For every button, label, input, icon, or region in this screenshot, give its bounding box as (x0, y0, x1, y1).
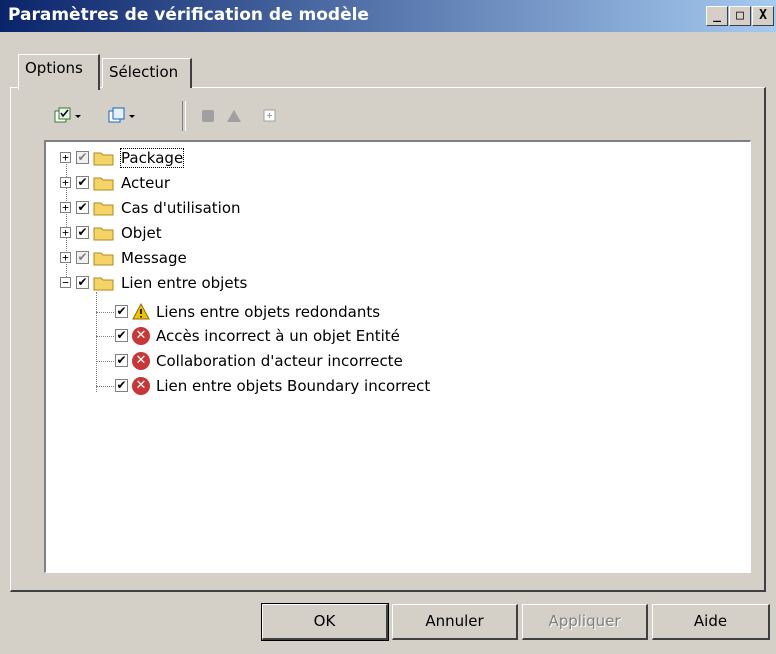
error-icon: ✕ (132, 326, 150, 345)
tree-item-label: Accès incorrect à un objet Entité (156, 326, 400, 345)
close-button[interactable]: X (752, 6, 774, 26)
tree-item-label: Cas d'utilisation (121, 198, 241, 217)
tree-item-check[interactable]: ✔ ✕ Collaboration d'acteur incorrecte (110, 348, 403, 373)
folder-icon (93, 177, 114, 190)
tree-item-check[interactable]: ✔ ✕ Accès incorrect à un objet Entité (110, 323, 400, 348)
tab-options[interactable]: Options (18, 54, 100, 90)
title-bar[interactable]: Paramètres de vérification de modèle _ □… (0, 0, 776, 32)
tree-item-check[interactable]: ✔ ✕ Lien entre objets Boundary incorrect (110, 373, 430, 398)
tree-item-label: Lien entre objets (121, 273, 248, 292)
tree-item-package[interactable]: + ✔ Package (60, 145, 185, 170)
tab-options-label: Options (25, 59, 83, 77)
tree-item-label: Package (119, 147, 185, 168)
check-tree[interactable]: + ✔ Package + ✔ Acteur + ✔ Cas d'utilisa… (44, 140, 751, 573)
dialog-window: Paramètres de vérification de modèle _ □… (0, 0, 776, 654)
plus-box-icon (263, 109, 276, 122)
error-icon: ✕ (132, 376, 150, 395)
autofix-button[interactable] (262, 103, 278, 129)
ok-button[interactable]: OK (261, 603, 389, 641)
warning-icon (132, 302, 150, 319)
window-title: Paramètres de vérification de modèle (8, 5, 369, 25)
tree-item-label: Message (121, 248, 187, 267)
error-filter-button[interactable] (200, 103, 216, 129)
expand-icon[interactable]: + (60, 177, 71, 188)
chevron-down-icon (129, 115, 135, 118)
folder-icon (93, 277, 114, 290)
checkbox[interactable]: ✔ (76, 276, 89, 289)
folder-icon (93, 252, 114, 265)
tree-line (96, 292, 97, 392)
warning-filter-button[interactable] (226, 103, 242, 129)
tree-item-lien-entre-objets[interactable]: − ✔ Lien entre objets (60, 270, 247, 295)
error-icon: ✕ (132, 351, 150, 370)
tab-selection-label: Sélection (109, 63, 179, 81)
chevron-down-icon (75, 115, 81, 118)
minimize-button[interactable]: _ (706, 6, 728, 26)
checkbox[interactable]: ✔ (115, 354, 128, 367)
tab-selection[interactable]: Sélection (102, 58, 192, 88)
expand-icon[interactable]: + (60, 152, 71, 163)
tree-item-cas-utilisation[interactable]: + ✔ Cas d'utilisation (60, 195, 241, 220)
tree-item-check[interactable]: ✔ Liens entre objets redondants (110, 299, 380, 324)
tree-item-label: Objet (121, 223, 162, 242)
tree-item-label: Acteur (121, 173, 171, 192)
checkbox[interactable]: ✔ (76, 151, 89, 164)
folder-icon (93, 202, 114, 215)
checkbox[interactable]: ✔ (76, 201, 89, 214)
uncheck-all-dropdown[interactable] (108, 103, 138, 129)
tree-item-label: Liens entre objets redondants (156, 302, 381, 321)
checkbox[interactable]: ✔ (115, 305, 128, 318)
folder-icon (93, 227, 114, 240)
check-all-dropdown[interactable] (54, 103, 84, 129)
triangle-icon (227, 110, 241, 122)
help-button[interactable]: Aide (652, 604, 770, 640)
uncheck-all-icon (108, 107, 125, 123)
expand-icon[interactable]: + (60, 227, 71, 238)
check-all-icon (54, 107, 71, 123)
folder-icon (93, 152, 114, 165)
expand-icon[interactable]: + (60, 252, 71, 263)
tree-item-message[interactable]: + ✔ Message (60, 245, 187, 270)
tree-item-label: Collaboration d'acteur incorrecte (156, 351, 403, 370)
cancel-button[interactable]: Annuler (392, 604, 518, 640)
checkbox[interactable]: ✔ (115, 379, 128, 392)
checkbox[interactable]: ✔ (76, 226, 89, 239)
tree-item-objet[interactable]: + ✔ Objet (60, 220, 162, 245)
checkbox[interactable]: ✔ (76, 176, 89, 189)
collapse-icon[interactable]: − (60, 277, 71, 288)
toolbar-separator (182, 101, 186, 131)
checkbox[interactable]: ✔ (76, 251, 89, 264)
apply-button[interactable]: Appliquer (522, 604, 648, 640)
tree-item-acteur[interactable]: + ✔ Acteur (60, 170, 170, 195)
expand-icon[interactable]: + (60, 202, 71, 213)
maximize-button[interactable]: □ (729, 6, 751, 26)
tree-item-label: Lien entre objets Boundary incorrect (156, 376, 431, 395)
square-icon (202, 110, 214, 122)
checkbox[interactable]: ✔ (115, 329, 128, 342)
